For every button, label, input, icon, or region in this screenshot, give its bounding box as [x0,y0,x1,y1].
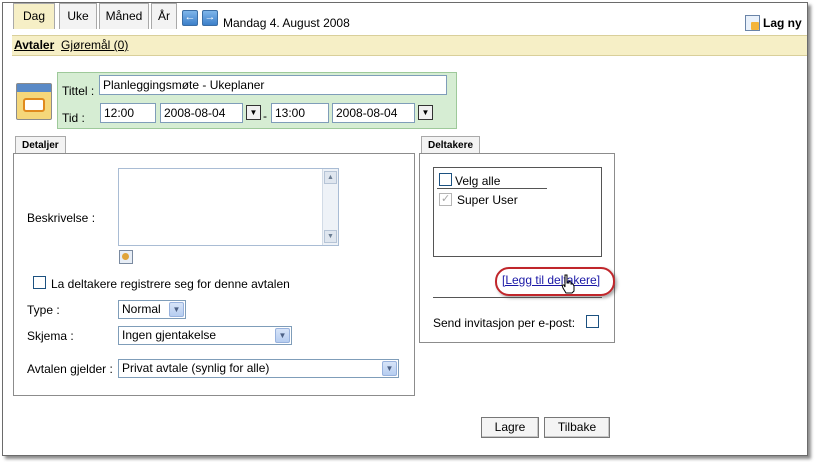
end-time-input[interactable]: 13:00 [271,103,329,123]
tab-day[interactable]: Dag [13,3,55,29]
arrow-right-icon[interactable]: → [202,10,218,26]
title-input[interactable]: Planleggingsmøte - Ukeplaner [99,75,447,95]
time-separator: - [263,109,267,123]
select-all-divider [437,188,547,189]
arrow-left-icon[interactable]: ← [182,10,198,26]
save-button[interactable]: Lagre [481,417,539,438]
tab-year[interactable]: År [151,3,177,29]
appointments-link[interactable]: Avtaler [14,38,54,52]
start-time-input[interactable]: 12:00 [100,103,156,123]
schema-select[interactable]: Ingen gjentakelse ▼ [118,326,292,345]
description-label: Beskrivelse : [27,211,96,225]
chevron-down-icon: ▼ [169,302,184,317]
hand-cursor-icon [561,274,575,294]
tab-month[interactable]: Måned [99,3,149,29]
invite-label: Send invitasjon per e-post: [433,316,576,330]
select-all-label: Velg alle [455,174,501,188]
participant-name: Super User [457,193,518,207]
applies-label: Avtalen gjelder : [27,362,113,376]
current-date: Mandag 4. August 2008 [223,16,350,30]
start-date-input[interactable]: 2008-08-04 [160,103,243,123]
description-textarea[interactable]: ▲ ▼ [118,168,339,246]
register-checkbox[interactable] [33,276,46,289]
participant-checkbox [439,192,452,206]
start-date-picker-button[interactable]: ▼ [246,105,261,120]
time-label: Tid : [62,111,85,125]
chevron-down-icon: ▼ [382,361,397,376]
tab-participants[interactable]: Deltakere [421,136,481,154]
register-label: La deltakere registrere seg for denne av… [51,277,290,291]
back-button[interactable]: Tilbake [544,417,610,438]
tab-details[interactable]: Detaljer [15,136,66,154]
participants-divider [433,297,602,298]
invite-checkbox[interactable] [586,315,599,328]
new-item-icon[interactable] [745,15,760,31]
window-frame: Dag Uke Måned År ← → Mandag 4. August 20… [2,2,808,456]
description-scrollbar[interactable]: ▲ ▼ [322,169,338,245]
tasks-link[interactable]: Gjøremål (0) [61,38,128,52]
new-item-link[interactable]: Lag ny [763,16,802,30]
type-label: Type : [27,303,60,317]
sub-navigation [12,35,807,56]
schema-label: Skjema : [27,329,74,343]
add-participants-link[interactable]: [Legg til deltakere] [502,273,600,287]
type-select[interactable]: Normal ▼ [118,300,186,319]
chevron-down-icon: ▼ [275,328,290,343]
title-label: Tittel : [62,84,95,98]
applies-select[interactable]: Privat avtale (synlig for alle) ▼ [118,359,399,378]
edit-format-icon[interactable] [119,250,133,264]
select-all-checkbox[interactable] [439,173,452,186]
tab-week[interactable]: Uke [59,3,97,29]
end-date-input[interactable]: 2008-08-04 [332,103,415,123]
calendar-icon [16,83,52,120]
end-date-picker-button[interactable]: ▼ [418,105,433,120]
